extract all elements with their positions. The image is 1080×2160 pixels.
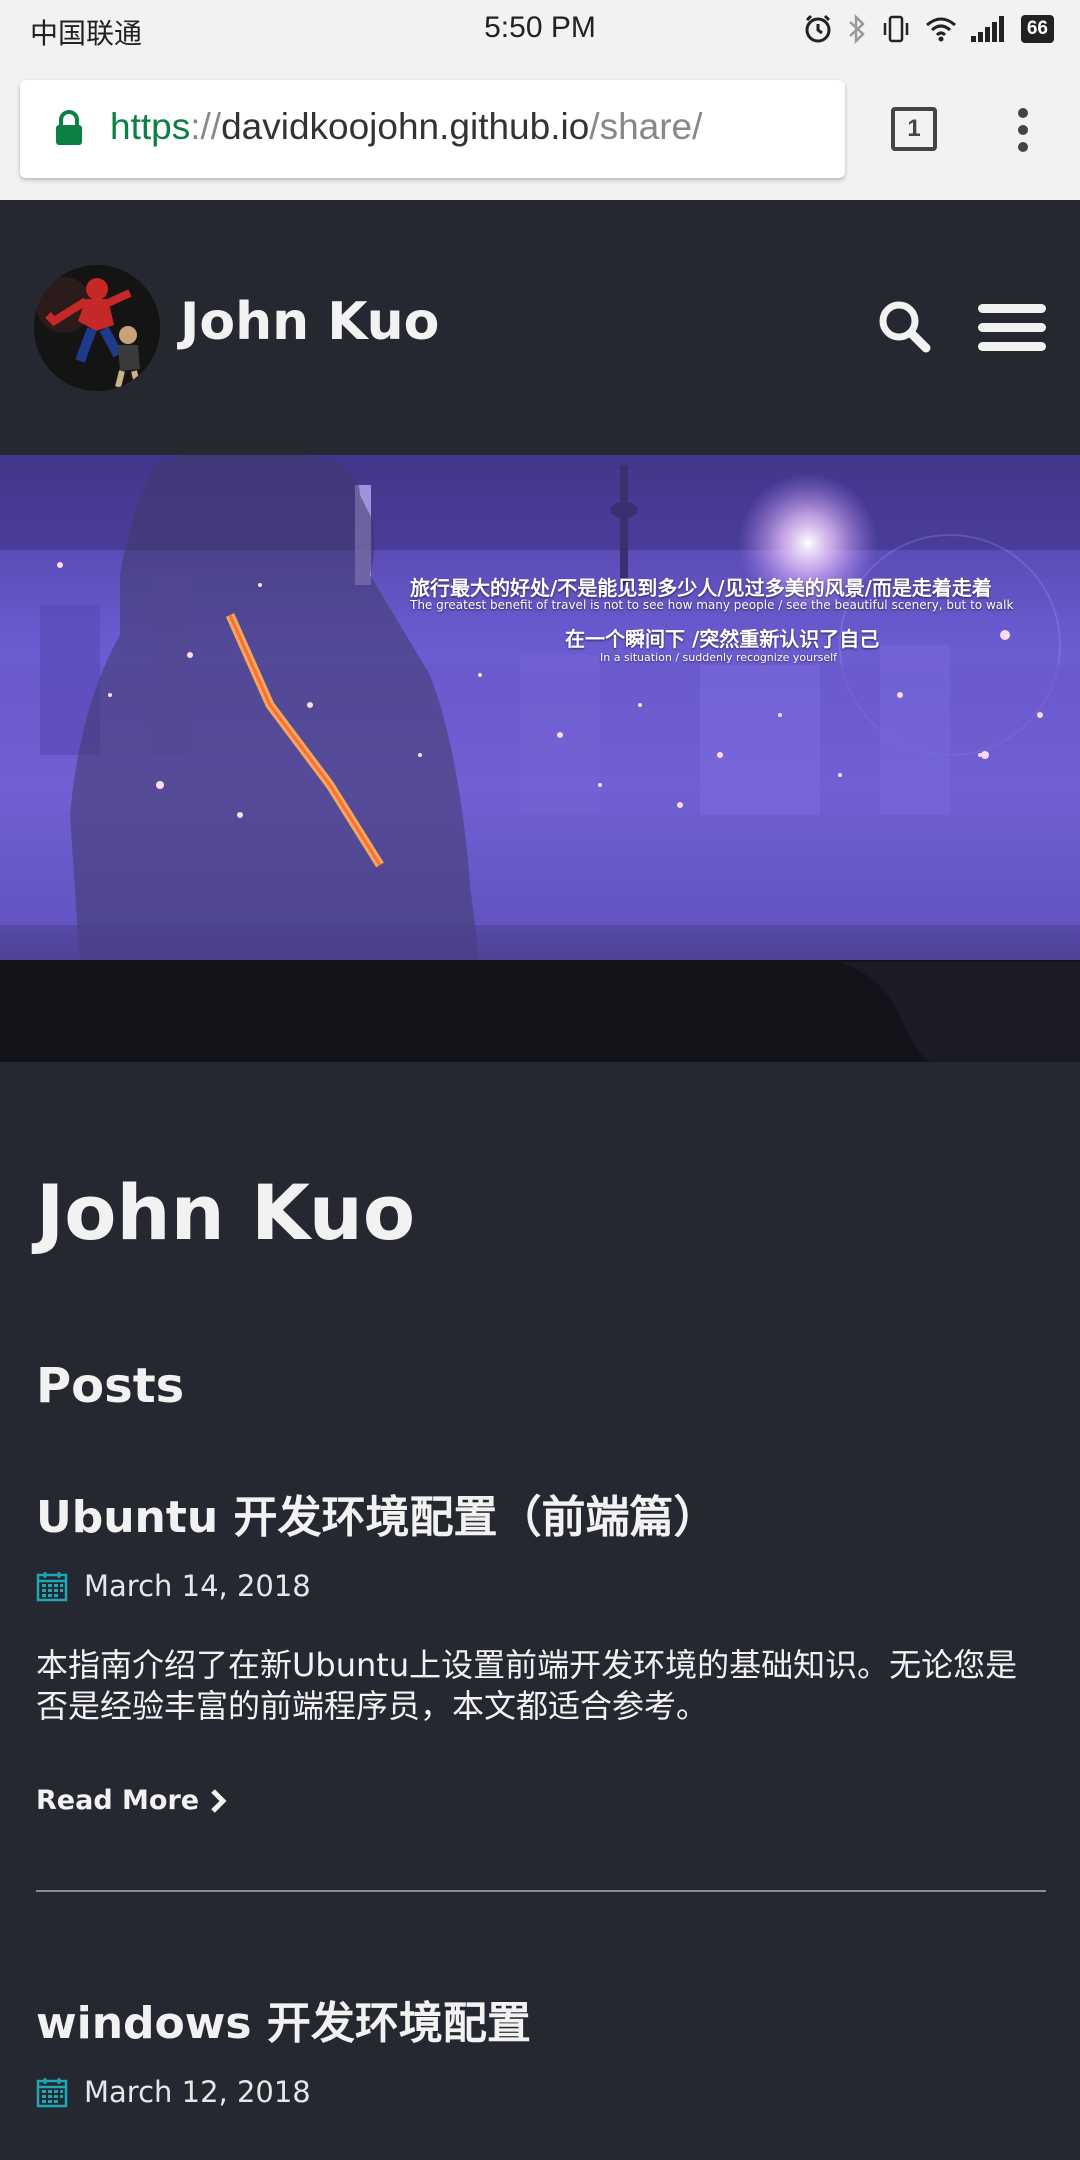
signal-icon (970, 16, 1004, 42)
hero-banner: 旅行最大的好处/不是能见到多少人/见过多美的风景/而是走着走着 The grea… (0, 455, 1080, 1062)
post-excerpt: 本指南介绍了在新Ubuntu上设置前端开发环境的基础知识。无论您是否是经验丰富的… (36, 1646, 1018, 1725)
hero-caption-cn-1: 旅行最大的好处/不是能见到多少人/见过多美的风景/而是走着走着 (410, 576, 992, 600)
wifi-icon (925, 17, 956, 42)
browser-toolbar: https://davidkoojohn.github.io/share/ 1 (0, 58, 1080, 200)
url-path: /share/ (589, 106, 703, 147)
read-more-label: Read More (36, 1785, 200, 1816)
site-header: John Kuo (0, 200, 1080, 455)
url-scheme: https (110, 106, 191, 147)
status-icons: 66 (803, 12, 1054, 46)
lock-icon (56, 110, 82, 145)
post-item: Ubuntu 开发环境配置（前端篇） March 14, 2018 本指南介绍了… (36, 1481, 1046, 1892)
url-host: davidkoojohn.github.io (221, 106, 590, 147)
alarm-icon (805, 14, 831, 43)
url-separator: :// (190, 106, 222, 147)
post-item: windows 开发环境配置 March 12, 2018 (36, 1987, 1046, 2109)
overflow-menu-icon[interactable] (1012, 108, 1034, 154)
hero-cityscape-image (0, 455, 1080, 1062)
site-title[interactable]: John Kuo (180, 292, 439, 352)
tab-switcher-button[interactable]: 1 (891, 107, 937, 151)
hero-caption-cn-2: 在一个瞬间下 /突然重新认识了自己 (565, 627, 880, 651)
vibrate-icon (883, 15, 909, 43)
post-date: March 14, 2018 (84, 1569, 311, 1603)
avatar[interactable] (34, 265, 160, 391)
search-icon[interactable] (876, 298, 932, 354)
url-text[interactable]: https://davidkoojohn.github.io/share/ (110, 106, 702, 148)
chevron-right-icon (211, 1788, 227, 1813)
hamburger-menu-icon[interactable] (978, 304, 1046, 352)
address-bar[interactable]: https://davidkoojohn.github.io/share/ (20, 80, 845, 178)
calendar-icon (36, 2078, 68, 2108)
read-more-link[interactable]: Read More (36, 1785, 1046, 1816)
battery-icon: 66 (1020, 15, 1054, 43)
posts-heading: Posts (36, 1358, 185, 1414)
post-title[interactable]: Ubuntu 开发环境配置（前端篇） (36, 1481, 1046, 1545)
post-date: March 12, 2018 (84, 2075, 311, 2109)
hero-caption-en-1: The greatest benefit of travel is not to… (410, 598, 1014, 612)
post-meta: March 14, 2018 (36, 1569, 1046, 1603)
post-meta: March 12, 2018 (36, 2075, 1046, 2109)
bluetooth-icon (849, 14, 865, 44)
status-bar: 中国联通 5:50 PM 66 (0, 0, 1080, 58)
post-title[interactable]: windows 开发环境配置 (36, 1987, 1046, 2051)
hero-caption-en-2: In a situation / suddenly recognize your… (600, 651, 838, 664)
page-title: John Kuo (36, 1168, 416, 1257)
avatar-image (34, 265, 160, 391)
calendar-icon (36, 1572, 68, 1602)
post-divider (36, 1890, 1046, 1892)
